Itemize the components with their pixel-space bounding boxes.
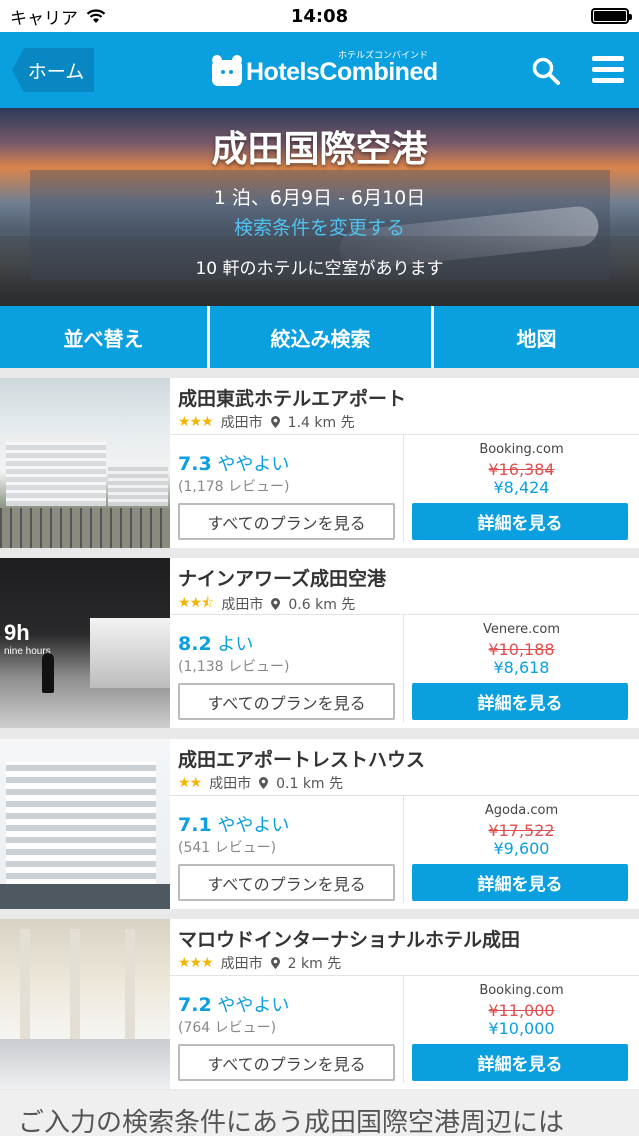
nav-bar: ホーム ホテルズコンバインド HotelsCombined <box>0 32 639 108</box>
sort-button[interactable]: 並べ替え <box>0 306 207 368</box>
provider-name: Booking.com <box>479 983 564 998</box>
hotel-card[interactable]: 成田エアポートレストハウス ★★ 成田市 0.1 km 先 7.1 ややよい (… <box>0 739 639 909</box>
stay-dates: 1 泊、6月9日 - 6月10日 <box>213 187 426 209</box>
rating-text: ややよい <box>217 815 290 836</box>
original-price: ¥11,000 <box>488 1001 555 1020</box>
view-all-plans-button[interactable]: すべてのプランを見る <box>178 683 395 720</box>
results-toolbar: 並べ替え 絞込み検索 地図 <box>0 306 639 368</box>
view-all-plans-button[interactable]: すべてのプランを見る <box>178 1044 395 1081</box>
search-icon[interactable] <box>531 56 561 86</box>
carrier-label: キャリア <box>10 8 78 29</box>
view-details-button[interactable]: 詳細を見る <box>412 864 628 901</box>
view-details-button[interactable]: 詳細を見る <box>412 503 628 540</box>
review-count: (1,178 レビュー) <box>178 479 290 495</box>
divider <box>170 434 639 435</box>
review-count: (1,138 レビュー) <box>178 659 290 675</box>
divider <box>170 614 639 615</box>
rating-score: 7.1 <box>178 814 212 836</box>
original-price: ¥10,188 <box>488 640 555 659</box>
destination-title: 成田国際空港 <box>211 129 428 170</box>
hotel-card[interactable]: 成田東武ホテルエアポート ★★★ 成田市 1.4 km 先 7.3 ややよい (… <box>0 378 639 548</box>
location-pin-icon <box>270 416 280 428</box>
view-all-plans-button[interactable]: すべてのプランを見る <box>178 503 395 540</box>
star-rating-icon: ★★⯪ <box>178 595 214 611</box>
hotel-city: 成田市 <box>221 597 264 613</box>
hotel-meta: ★★ 成田市 0.1 km 先 <box>178 773 343 793</box>
hotel-distance: 2 km 先 <box>287 956 342 972</box>
hamburger-menu-icon[interactable] <box>592 56 624 84</box>
divider <box>170 975 639 976</box>
rating-text: よい <box>217 634 254 655</box>
hotel-distance: 0.1 km 先 <box>276 776 344 792</box>
guest-rating: 7.2 ややよい <box>178 991 289 1017</box>
hotel-name[interactable]: 成田エアポートレストハウス <box>178 745 425 772</box>
view-details-button[interactable]: 詳細を見る <box>412 1044 628 1081</box>
rating-text: ややよい <box>217 995 290 1016</box>
hotel-meta: ★★★ 成田市 2 km 先 <box>178 953 341 973</box>
hotel-city: 成田市 <box>209 776 252 792</box>
hotel-photo[interactable]: 9h nine hours <box>0 558 170 728</box>
availability-count: 10 軒のホテルに空室があります <box>195 259 444 279</box>
review-count: (541 レビュー) <box>178 840 277 856</box>
rating-text: ややよい <box>217 454 290 475</box>
hotel-city: 成田市 <box>220 956 263 972</box>
hotel-card[interactable]: マロウドインターナショナルホテル成田 ★★★ 成田市 2 km 先 7.2 やや… <box>0 919 639 1089</box>
hotel-name[interactable]: ナインアワーズ成田空港 <box>178 564 386 591</box>
hotel-card[interactable]: 9h nine hours ナインアワーズ成田空港 ★★⯪ 成田市 0.6 km … <box>0 558 639 728</box>
filter-button[interactable]: 絞込み検索 <box>210 306 431 368</box>
logo-text: HotelsCombined <box>246 58 438 86</box>
hotel-name[interactable]: 成田東武ホテルエアポート <box>178 384 406 411</box>
provider-name: Agoda.com <box>484 803 559 818</box>
star-rating-icon: ★★★ <box>178 955 214 971</box>
location-pin-icon <box>270 957 280 969</box>
hotel-photo[interactable] <box>0 739 170 909</box>
destination-hero: 成田国際空港 1 泊、6月9日 - 6月10日 検索条件を変更する 10 軒のホ… <box>0 108 639 306</box>
hotel-photo[interactable] <box>0 378 170 548</box>
original-price: ¥17,522 <box>488 821 555 840</box>
location-pin-icon <box>259 777 269 789</box>
deal-price: ¥8,618 <box>493 658 550 677</box>
view-all-plans-button[interactable]: すべてのプランを見る <box>178 864 395 901</box>
hotel-photo[interactable] <box>0 919 170 1089</box>
star-rating-icon: ★★ <box>178 775 202 791</box>
hotel-meta: ★★★ 成田市 1.4 km 先 <box>178 412 355 432</box>
bear-logo-icon <box>212 55 242 86</box>
change-search-link[interactable]: 検索条件を変更する <box>0 213 639 240</box>
deal-price: ¥8,424 <box>493 478 550 497</box>
review-count: (764 レビュー) <box>178 1020 277 1036</box>
hotel-meta: ★★⯪ 成田市 0.6 km 先 <box>178 592 355 616</box>
location-pin-icon <box>271 598 281 610</box>
guest-rating: 7.1 ややよい <box>178 811 289 837</box>
guest-rating: 7.3 ややよい <box>178 450 289 476</box>
rating-score: 7.3 <box>178 453 212 475</box>
original-price: ¥16,384 <box>488 460 555 479</box>
photo-sign-text: 9h <box>4 620 30 645</box>
status-left: キャリア <box>10 4 106 29</box>
provider-name: Venere.com <box>482 622 561 637</box>
deal-price: ¥10,000 <box>488 1019 555 1038</box>
hotel-name[interactable]: マロウドインターナショナルホテル成田 <box>178 925 520 952</box>
results-footer-text: ご入力の検索条件にあう成田国際空港周辺には <box>0 1090 639 1136</box>
hotel-distance: 0.6 km 先 <box>288 597 356 613</box>
hotelscombined-logo[interactable]: ホテルズコンバインド HotelsCombined <box>212 46 438 94</box>
hotel-city: 成田市 <box>220 415 263 431</box>
hotel-distance: 1.4 km 先 <box>287 415 355 431</box>
home-back-button[interactable]: ホーム <box>12 48 94 92</box>
provider-name: Booking.com <box>479 442 564 457</box>
rating-score: 8.2 <box>178 633 212 655</box>
view-details-button[interactable]: 詳細を見る <box>412 683 628 720</box>
guest-rating: 8.2 よい <box>178 630 253 656</box>
battery-icon <box>591 8 632 24</box>
status-bar: キャリア 14:08 <box>0 0 639 32</box>
deal-price: ¥9,600 <box>493 839 550 858</box>
map-button[interactable]: 地図 <box>434 306 639 368</box>
divider <box>170 795 639 796</box>
wifi-icon <box>86 8 106 23</box>
star-rating-icon: ★★★ <box>178 414 214 430</box>
rating-score: 7.2 <box>178 994 212 1016</box>
